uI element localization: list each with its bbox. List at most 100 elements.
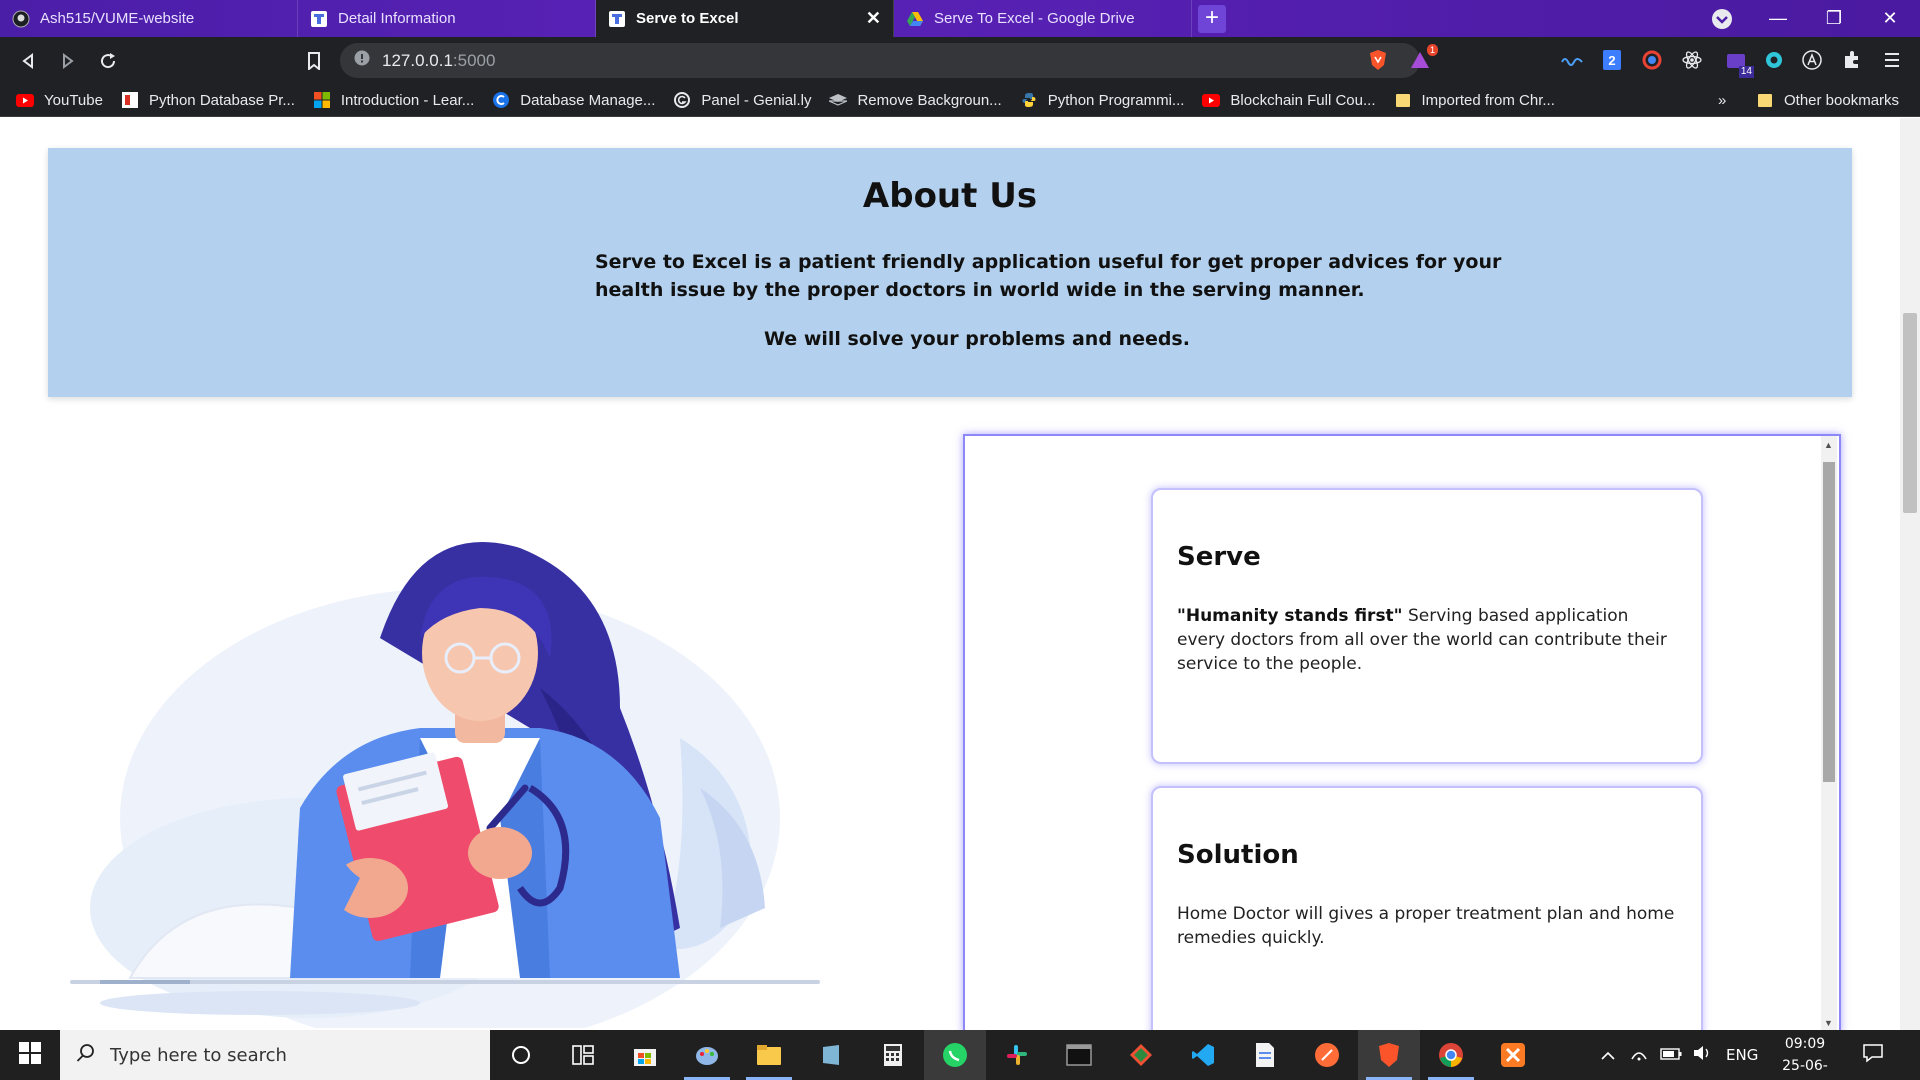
tab-google-drive[interactable]: Serve To Excel - Google Drive [894, 0, 1192, 37]
chevron-up-icon[interactable] [1600, 1046, 1616, 1064]
postman-icon[interactable] [1296, 1030, 1358, 1080]
bookmark-favicon [829, 91, 848, 109]
solution-card-title: Solution [1177, 840, 1299, 870]
bookmarks-overflow-button[interactable]: » [1718, 92, 1726, 109]
browser-tab-bar: Ash515/VUME-website Detail Information S… [0, 0, 1920, 37]
vscode-icon[interactable] [1172, 1030, 1234, 1080]
notes-app-icon[interactable] [800, 1030, 862, 1080]
search-placeholder: Type here to search [110, 1044, 287, 1066]
notification-extension-icon[interactable]: 14 [1724, 48, 1754, 78]
tab-search-button[interactable] [1694, 0, 1750, 37]
info-icon[interactable] [354, 50, 370, 71]
reload-button[interactable] [88, 41, 128, 81]
store-app-icon[interactable] [614, 1030, 676, 1080]
cortana-button[interactable] [490, 1030, 552, 1080]
calculator-icon[interactable] [862, 1030, 924, 1080]
extension-badge-icon[interactable]: 2 [1600, 48, 1624, 72]
restore-button[interactable]: ❐ [1806, 0, 1862, 37]
bookmark-youtube[interactable]: YouTube [16, 91, 103, 109]
profile-a-icon[interactable] [1800, 48, 1824, 72]
bookmark-label: Remove Backgroun... [857, 91, 1002, 109]
start-button[interactable] [0, 1030, 60, 1080]
about-description: Serve to Excel is a patient friendly app… [595, 251, 1502, 301]
taskbar-clock[interactable]: 09:09 25-06-2021 [1765, 1033, 1845, 1080]
plus-icon: + [1198, 4, 1226, 33]
back-button[interactable] [8, 41, 48, 81]
bookmark-favicon [121, 91, 139, 109]
features-panel[interactable]: Serve "Humanity stands first" Serving ba… [963, 434, 1841, 1030]
volume-icon[interactable] [1692, 1045, 1712, 1065]
page-scrollbar[interactable] [1900, 118, 1920, 1030]
scroll-down-icon[interactable]: ▼ [1824, 1018, 1833, 1028]
site-favicon [608, 10, 626, 28]
genially-icon [673, 91, 691, 109]
document-app-icon[interactable] [1234, 1030, 1296, 1080]
page-scrollbar-thumb[interactable] [1903, 313, 1917, 513]
brave-browser-icon[interactable] [1358, 1030, 1420, 1080]
scroll-up-icon[interactable]: ▲ [1824, 440, 1833, 450]
url-host: 127.0.0.1 [382, 50, 453, 70]
wave-extension-icon[interactable] [1560, 48, 1584, 72]
serve-card-text: "Humanity stands first" Serving based ap… [1177, 604, 1677, 676]
gear-extension-icon[interactable] [1762, 48, 1786, 72]
xampp-icon[interactable] [1482, 1030, 1544, 1080]
address-bar[interactable]: 127.0.0.1:5000 [340, 43, 1420, 78]
chrome-icon[interactable] [1420, 1030, 1482, 1080]
git-kraken-icon[interactable] [1110, 1030, 1172, 1080]
youtube-icon [16, 91, 34, 109]
bookmark-blockchain[interactable]: Blockchain Full Cou... [1202, 91, 1376, 109]
tab-serve-to-excel[interactable]: Serve to Excel ✕ [596, 0, 894, 37]
tab-title: Ash515/VUME-website [40, 10, 195, 27]
slack-icon[interactable] [986, 1030, 1048, 1080]
brave-rewards-icon[interactable]: 1 [1408, 44, 1438, 72]
python-icon [1020, 91, 1038, 109]
bookmark-imported[interactable]: Imported from Chr... [1394, 91, 1555, 109]
file-explorer-icon[interactable] [738, 1030, 800, 1080]
terminal-icon[interactable] [1048, 1030, 1110, 1080]
about-title: About Us [862, 176, 1038, 216]
bookmark-label: Other bookmarks [1784, 91, 1900, 109]
browser-menu-icon[interactable] [1880, 48, 1904, 72]
taskbar-search[interactable]: Type here to search [60, 1030, 490, 1080]
bookmark-remove-background[interactable]: Remove Backgroun... [829, 91, 1002, 109]
brave-shields-icon[interactable] [1366, 48, 1390, 72]
doctor-illustration [60, 488, 840, 1030]
url-text: 127.0.0.1:5000 [382, 51, 495, 71]
youtube-icon [1202, 91, 1221, 109]
new-tab-button[interactable]: + [1192, 0, 1232, 37]
bookmark-database-manage[interactable]: Database Manage... [492, 91, 655, 109]
folder-icon [1394, 91, 1412, 109]
paint-app-icon[interactable] [676, 1030, 738, 1080]
serve-card-title: Serve [1177, 542, 1261, 572]
bookmark-python-programming[interactable]: Python Programmi... [1020, 91, 1184, 109]
forward-button[interactable] [48, 41, 88, 81]
extensions-puzzle-icon[interactable] [1840, 48, 1864, 72]
bookmark-label: Imported from Chr... [1421, 91, 1555, 109]
task-view-button[interactable] [552, 1030, 614, 1080]
panel-scrollbar-thumb[interactable] [1823, 462, 1835, 782]
whatsapp-icon[interactable] [924, 1030, 986, 1080]
bookmark-label: Blockchain Full Cou... [1230, 91, 1376, 109]
url-port: :5000 [452, 50, 496, 70]
tab-detail-information[interactable]: Detail Information [298, 0, 596, 37]
wifi-icon[interactable] [1630, 1045, 1648, 1065]
battery-icon[interactable] [1660, 1046, 1682, 1064]
close-window-button[interactable]: ✕ [1862, 0, 1918, 37]
minimize-button[interactable]: — [1750, 0, 1806, 37]
notification-count: 14 [1738, 66, 1754, 78]
bookmark-page-button[interactable] [294, 41, 334, 81]
tab-title: Detail Information [338, 10, 456, 27]
notification-center-button[interactable] [1862, 1030, 1884, 1080]
bookmark-genially[interactable]: Panel - Genial.ly [673, 91, 811, 109]
react-devtools-icon[interactable] [1680, 48, 1704, 72]
bookmark-python-database[interactable]: Python Database Pr... [121, 91, 295, 109]
other-bookmarks-folder[interactable]: Other bookmarks [1756, 91, 1899, 109]
language-indicator[interactable]: ENG [1726, 1046, 1758, 1064]
close-tab-icon[interactable]: ✕ [866, 8, 881, 29]
color-picker-icon[interactable] [1640, 48, 1664, 72]
panel-scrollbar[interactable]: ▲ ▼ [1821, 436, 1837, 1030]
bookmark-introduction[interactable]: Introduction - Lear... [313, 91, 474, 109]
tab-title: Serve To Excel - Google Drive [934, 10, 1135, 27]
folder-icon [1756, 91, 1774, 109]
tab-github[interactable]: Ash515/VUME-website [0, 0, 298, 37]
